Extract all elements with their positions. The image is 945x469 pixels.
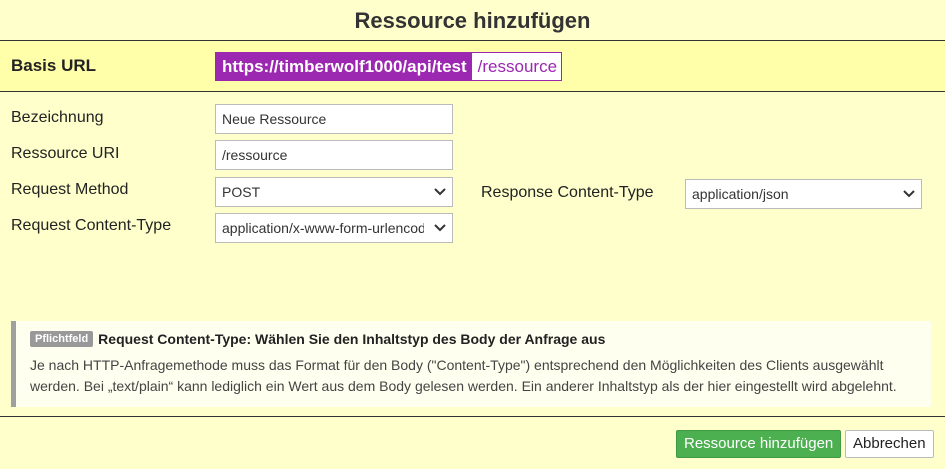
response-content-type-select[interactable]: application/json xyxy=(685,179,922,209)
method-label: Request Method xyxy=(11,181,129,198)
base-url-row: Basis URL https://timberwolf1000/api/tes… xyxy=(0,41,945,92)
uri-input[interactable]: /ressource xyxy=(215,140,453,170)
request-content-type-value: application/x-www-form-urlencoded xyxy=(222,220,424,236)
base-url-value: https://timberwolf1000/api/test xyxy=(216,53,472,80)
required-badge: Pflichtfeld xyxy=(30,331,94,347)
name-input[interactable]: Neue Ressource xyxy=(215,104,453,134)
chevron-down-icon xyxy=(434,224,446,232)
request-content-type-label: Request Content-Type xyxy=(11,217,172,234)
dialog-title: Ressource hinzufügen xyxy=(354,8,591,33)
uri-label: Ressource URI xyxy=(11,145,120,162)
request-content-type-select[interactable]: application/x-www-form-urlencoded xyxy=(215,213,453,243)
method-select[interactable]: POST xyxy=(215,177,453,207)
base-url-suffix: /ressource xyxy=(471,53,562,80)
base-url-label: Basis URL xyxy=(11,56,97,75)
resource-form: Bezeichnung Neue Ressource Ressource URI… xyxy=(0,92,945,322)
response-content-type-value: application/json xyxy=(692,186,789,202)
name-label: Bezeichnung xyxy=(11,109,104,126)
help-header: Pflichtfeld Request Content-Type: Wählen… xyxy=(30,331,605,347)
help-title: Request Content-Type: Wählen Sie den Inh… xyxy=(98,331,606,347)
dialog-header: Ressource hinzufügen xyxy=(0,0,945,41)
cancel-button[interactable]: Abbrechen xyxy=(845,430,934,458)
chevron-down-icon xyxy=(434,188,446,196)
response-content-type-label: Response Content-Type xyxy=(481,184,654,201)
base-url-display: https://timberwolf1000/api/test /ressour… xyxy=(215,52,563,81)
add-resource-button[interactable]: Ressource hinzufügen xyxy=(676,430,842,458)
method-select-value: POST xyxy=(222,184,261,200)
help-text: Je nach HTTP-Anfragemethode muss das For… xyxy=(30,357,897,394)
add-resource-dialog: Ressource hinzufügen Basis URL https://t… xyxy=(0,0,945,469)
dialog-footer: Ressource hinzufügen Abbrechen xyxy=(0,416,945,469)
help-box: Pflichtfeld Request Content-Type: Wählen… xyxy=(11,321,931,407)
chevron-down-icon xyxy=(903,190,915,198)
